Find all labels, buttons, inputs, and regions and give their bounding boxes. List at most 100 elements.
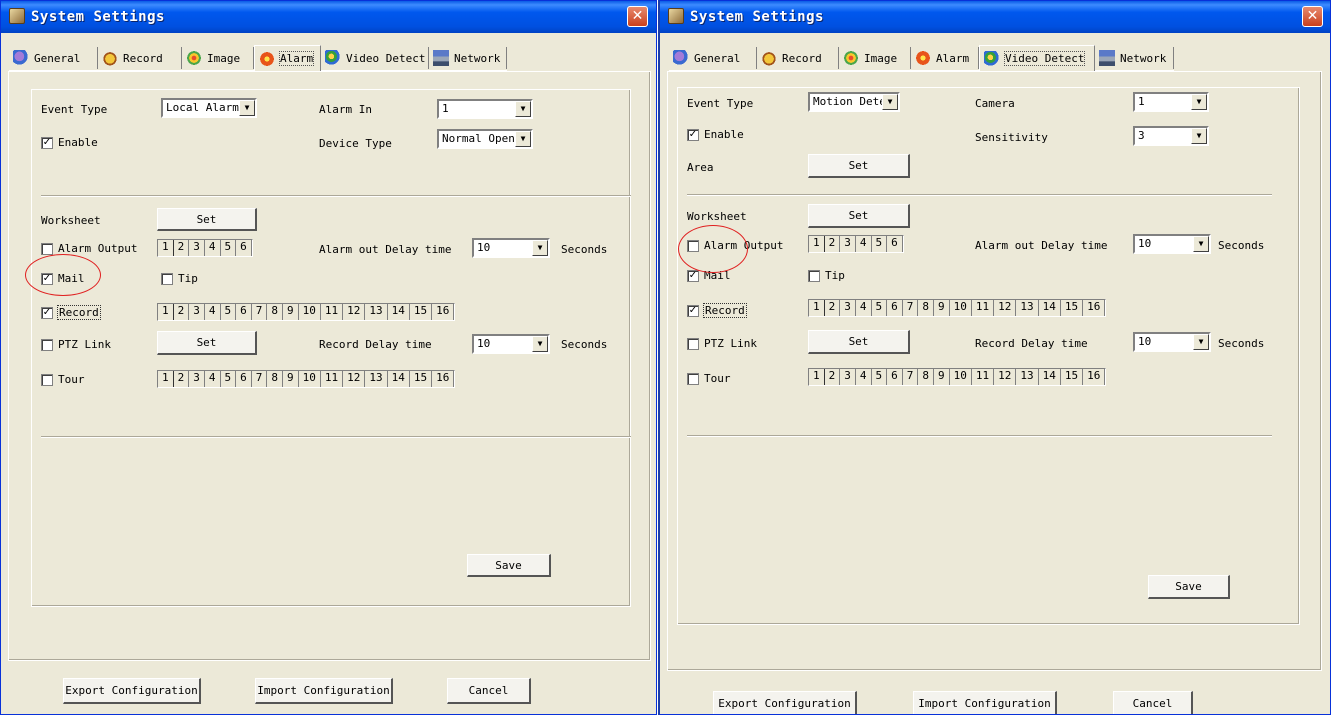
- channel-button[interactable]: 10: [949, 300, 972, 316]
- import-configuration-button[interactable]: Import Configuration: [913, 691, 1057, 714]
- worksheet-set-button[interactable]: Set: [157, 208, 257, 231]
- channel-button[interactable]: 5: [220, 371, 237, 387]
- channel-button[interactable]: 13: [365, 371, 388, 387]
- channel-button[interactable]: 11: [320, 371, 344, 387]
- area-set-button[interactable]: Set: [808, 154, 910, 178]
- worksheet-set-button[interactable]: Set: [808, 204, 910, 228]
- tab-alarm[interactable]: Alarm: [254, 45, 321, 71]
- channel-button[interactable]: 4: [204, 240, 221, 256]
- tab-network[interactable]: Network: [1095, 47, 1174, 69]
- channel-button[interactable]: 11: [320, 304, 344, 320]
- channel-button[interactable]: 7: [251, 304, 268, 320]
- enable-checkbox[interactable]: ✓ Enable: [41, 136, 98, 149]
- channel-button[interactable]: 1: [809, 300, 825, 316]
- channel-button[interactable]: 4: [855, 369, 872, 385]
- channel-button[interactable]: 10: [298, 304, 321, 320]
- save-button[interactable]: Save: [1148, 575, 1230, 599]
- sensitivity-select[interactable]: 3 ▼: [1133, 126, 1209, 146]
- channel-button[interactable]: 2: [824, 369, 841, 385]
- channel-button[interactable]: 15: [409, 371, 433, 387]
- channel-button[interactable]: 12: [994, 369, 1017, 385]
- channel-button[interactable]: 5: [220, 240, 237, 256]
- tab-alarm[interactable]: Alarm: [911, 47, 979, 69]
- alarm-output-checkbox[interactable]: Alarm Output: [41, 242, 137, 255]
- channel-button[interactable]: 16: [1083, 300, 1106, 316]
- channel-button[interactable]: 8: [267, 371, 283, 387]
- title-bar[interactable]: System Settings ✕: [660, 1, 1330, 33]
- tab-network[interactable]: Network: [429, 47, 507, 69]
- channel-button[interactable]: 9: [934, 300, 950, 316]
- tab-image[interactable]: Image: [839, 47, 911, 69]
- alarm-out-delay-select[interactable]: 10 ▼: [1133, 234, 1211, 254]
- tab-record[interactable]: Record: [98, 47, 182, 69]
- record-delay-select[interactable]: 10 ▼: [472, 334, 550, 354]
- channel-button[interactable]: 4: [855, 300, 872, 316]
- close-button[interactable]: ✕: [627, 6, 648, 27]
- tab-image[interactable]: Image: [182, 47, 254, 69]
- record-delay-select[interactable]: 10 ▼: [1133, 332, 1211, 352]
- tour-checkbox[interactable]: Tour: [687, 372, 731, 385]
- channel-button[interactable]: 2: [173, 240, 190, 256]
- close-button[interactable]: ✕: [1302, 6, 1323, 27]
- channel-button[interactable]: 3: [840, 369, 856, 385]
- channel-button[interactable]: 9: [283, 371, 299, 387]
- channel-button[interactable]: 13: [1016, 300, 1039, 316]
- alarm-out-delay-select[interactable]: 10 ▼: [472, 238, 550, 258]
- ptz-link-set-button[interactable]: Set: [157, 331, 257, 355]
- channel-button[interactable]: 11: [971, 369, 995, 385]
- channel-button[interactable]: 15: [409, 304, 433, 320]
- tip-checkbox[interactable]: Tip: [808, 269, 845, 282]
- channel-button[interactable]: 6: [236, 371, 252, 387]
- ptz-link-checkbox[interactable]: PTZ Link: [41, 338, 111, 351]
- event-type-select[interactable]: Motion Dete ▼: [808, 92, 900, 112]
- channel-button[interactable]: 3: [840, 300, 856, 316]
- channel-button[interactable]: 13: [1016, 369, 1039, 385]
- channel-button[interactable]: 6: [236, 240, 252, 256]
- channel-button[interactable]: 14: [1038, 369, 1061, 385]
- tab-video-detect[interactable]: Video Detect: [979, 45, 1095, 71]
- ptz-link-set-button[interactable]: Set: [808, 330, 910, 354]
- channel-button[interactable]: 4: [204, 304, 221, 320]
- channel-button[interactable]: 7: [902, 369, 919, 385]
- channel-button[interactable]: 6: [887, 369, 903, 385]
- channel-button[interactable]: 14: [387, 304, 410, 320]
- channel-button[interactable]: 12: [343, 304, 366, 320]
- channel-button[interactable]: 2: [173, 371, 190, 387]
- channel-button[interactable]: 16: [1083, 369, 1106, 385]
- record-checkbox[interactable]: ✓ Record: [41, 305, 101, 320]
- event-type-select[interactable]: Local Alarm ▼: [161, 98, 257, 118]
- cancel-button[interactable]: Cancel: [447, 678, 531, 704]
- tab-general[interactable]: General: [669, 47, 757, 69]
- channel-button[interactable]: 8: [267, 304, 283, 320]
- save-button[interactable]: Save: [467, 554, 551, 577]
- channel-button[interactable]: 3: [189, 240, 205, 256]
- channel-button[interactable]: 5: [871, 369, 888, 385]
- channel-button[interactable]: 7: [902, 300, 919, 316]
- channel-button[interactable]: 12: [994, 300, 1017, 316]
- channel-button[interactable]: 15: [1060, 369, 1084, 385]
- alarm-in-select[interactable]: 1 ▼: [437, 99, 533, 119]
- channel-button[interactable]: 2: [173, 304, 190, 320]
- channel-button[interactable]: 1: [158, 240, 174, 256]
- channel-button[interactable]: 16: [432, 304, 455, 320]
- channel-button[interactable]: 6: [887, 300, 903, 316]
- channel-button[interactable]: 3: [840, 236, 856, 252]
- channel-button[interactable]: 5: [220, 304, 237, 320]
- ptz-link-checkbox[interactable]: PTZ Link: [687, 337, 757, 350]
- channel-button[interactable]: 6: [236, 304, 252, 320]
- enable-checkbox[interactable]: ✓ Enable: [687, 128, 744, 141]
- channel-button[interactable]: 1: [158, 371, 174, 387]
- channel-button[interactable]: 5: [871, 300, 888, 316]
- channel-button[interactable]: 1: [158, 304, 174, 320]
- channel-button[interactable]: 9: [934, 369, 950, 385]
- channel-button[interactable]: 2: [824, 236, 841, 252]
- record-checkbox[interactable]: ✓ Record: [687, 303, 747, 318]
- export-configuration-button[interactable]: Export Configuration: [63, 678, 201, 704]
- channel-button[interactable]: 1: [809, 369, 825, 385]
- channel-button[interactable]: 15: [1060, 300, 1084, 316]
- channel-button[interactable]: 8: [918, 369, 934, 385]
- channel-button[interactable]: 12: [343, 371, 366, 387]
- device-type-select[interactable]: Normal Open ▼: [437, 129, 533, 149]
- title-bar[interactable]: System Settings ✕: [1, 1, 656, 33]
- channel-button[interactable]: 9: [283, 304, 299, 320]
